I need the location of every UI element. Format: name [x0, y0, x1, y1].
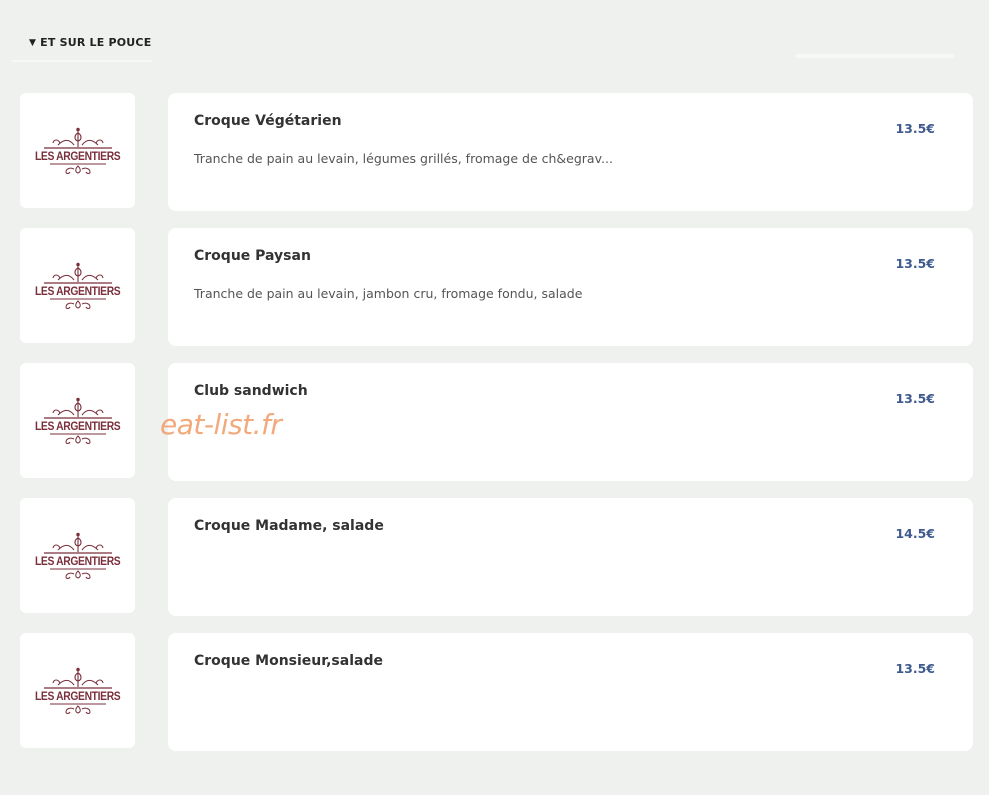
item-price: 13.5€ — [895, 391, 935, 406]
item-description: Tranche de pain au levain, jambon cru, f… — [194, 286, 583, 301]
list-item: LES ARGENTIERS Croque Monsieur,salade 13… — [20, 633, 973, 751]
item-thumbnail[interactable]: LES ARGENTIERS — [20, 93, 135, 208]
ornament-bottom-icon — [49, 703, 106, 714]
ornament-bottom-icon — [49, 433, 106, 444]
item-name: Croque Madame, salade — [194, 518, 384, 534]
list-item: LES ARGENTIERS Croque Paysan Tranche de … — [20, 228, 973, 346]
ornament-top-icon — [43, 667, 112, 689]
item-description: Tranche de pain au levain, légumes grill… — [194, 151, 613, 166]
ornament-top-icon — [43, 532, 112, 554]
ornament-top-icon — [43, 127, 112, 149]
logo-text: LES ARGENTIERS — [34, 418, 121, 433]
item-thumbnail[interactable]: LES ARGENTIERS — [20, 498, 135, 613]
item-price: 13.5€ — [895, 121, 935, 136]
watermark: eat-list.fr — [160, 408, 282, 441]
menu-item-card[interactable]: Croque Végétarien Tranche de pain au lev… — [168, 93, 973, 211]
item-name: Croque Monsieur,salade — [194, 653, 383, 669]
menu-item-card[interactable]: Croque Paysan Tranche de pain au levain,… — [168, 228, 973, 346]
ornament-top-icon — [43, 397, 112, 419]
logo-text: LES ARGENTIERS — [34, 283, 121, 298]
restaurant-logo: LES ARGENTIERS — [30, 667, 126, 715]
item-thumbnail[interactable]: LES ARGENTIERS — [20, 228, 135, 343]
restaurant-logo: LES ARGENTIERS — [30, 262, 126, 310]
caret-down-icon: ▼ — [29, 37, 37, 48]
ornament-bottom-icon — [49, 298, 106, 309]
list-item: LES ARGENTIERS Croque Madame, salade 14.… — [20, 498, 973, 616]
logo-text: LES ARGENTIERS — [34, 553, 121, 568]
item-name: Club sandwich — [194, 383, 308, 399]
ornament-bottom-icon — [49, 163, 106, 174]
menu-item-card[interactable]: Croque Monsieur,salade 13.5€ — [168, 633, 973, 751]
divider — [12, 60, 152, 62]
item-thumbnail[interactable]: LES ARGENTIERS — [20, 363, 135, 478]
item-name: Croque Végétarien — [194, 113, 342, 129]
menu-item-card[interactable]: Club sandwich 13.5€ — [168, 363, 973, 481]
divider — [795, 54, 955, 58]
item-thumbnail[interactable]: LES ARGENTIERS — [20, 633, 135, 748]
restaurant-logo: LES ARGENTIERS — [30, 532, 126, 580]
list-item: LES ARGENTIERS Croque Végétarien Tranche… — [20, 93, 973, 211]
logo-text: LES ARGENTIERS — [34, 688, 121, 703]
item-price: 13.5€ — [895, 661, 935, 676]
section-title: ET SUR LE POUCE — [40, 36, 152, 49]
section-toggle[interactable]: ▼ ET SUR LE POUCE — [29, 36, 151, 49]
ornament-bottom-icon — [49, 568, 106, 579]
restaurant-logo: LES ARGENTIERS — [30, 127, 126, 175]
item-price: 14.5€ — [895, 526, 935, 541]
menu-item-card[interactable]: Croque Madame, salade 14.5€ — [168, 498, 973, 616]
logo-text: LES ARGENTIERS — [34, 148, 121, 163]
restaurant-logo: LES ARGENTIERS — [30, 397, 126, 445]
ornament-top-icon — [43, 262, 112, 284]
item-name: Croque Paysan — [194, 248, 311, 264]
item-price: 13.5€ — [895, 256, 935, 271]
